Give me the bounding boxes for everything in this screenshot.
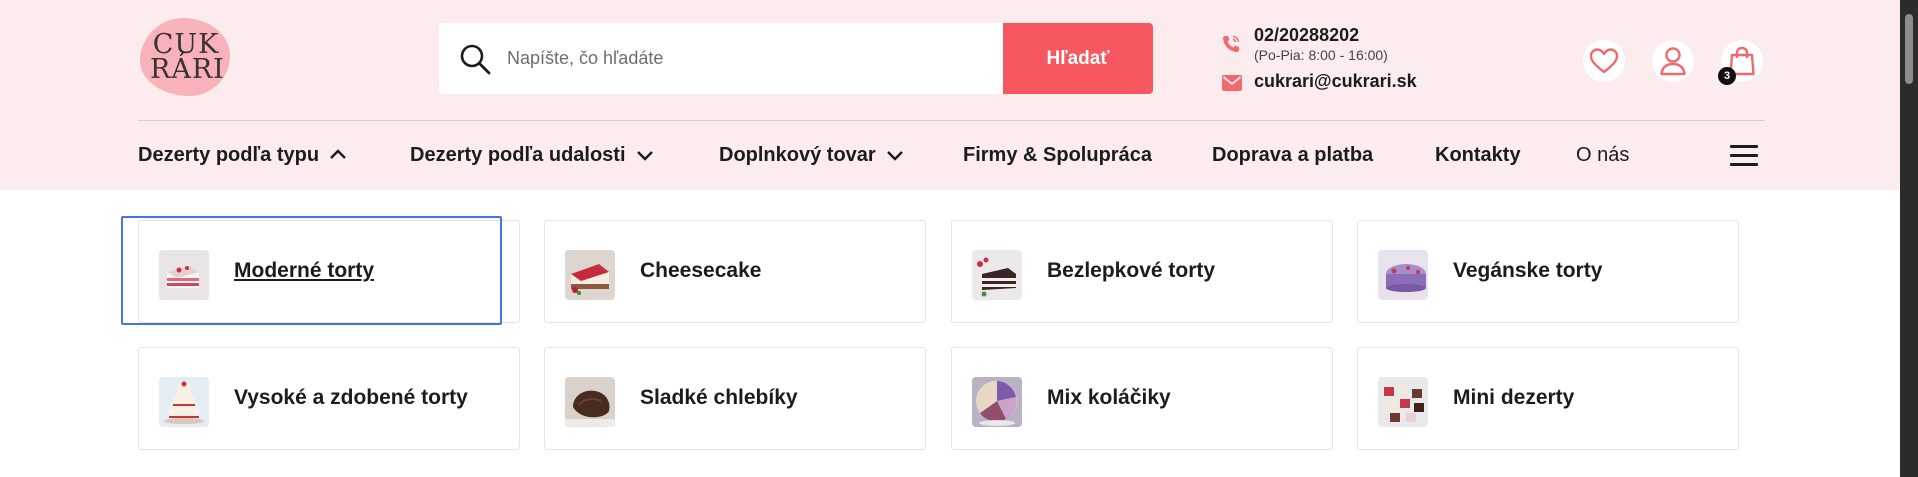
category-label: Cheesecake <box>640 259 762 282</box>
nav-item-firmy-spolupraca[interactable]: Firmy & Spolupráca <box>963 134 1152 176</box>
user-icon <box>1660 47 1686 76</box>
cheesecake-thumbnail <box>565 250 615 300</box>
category-card-moderne-torty[interactable]: Moderné torty <box>138 220 520 323</box>
moderne-torty-thumbnail <box>159 250 209 300</box>
account-button[interactable] <box>1652 40 1694 82</box>
nav-item-doprava-a-platba[interactable]: Doprava a platba <box>1212 134 1373 176</box>
search-input[interactable] <box>507 41 1007 75</box>
wishlist-button[interactable] <box>1583 40 1625 82</box>
nav-item-label: O nás <box>1576 143 1630 166</box>
nav-item-kontakty[interactable]: Kontakty <box>1435 134 1521 176</box>
phone-icon <box>1223 35 1240 52</box>
phone-hours: (Po-Pia: 8:00 - 16:00) <box>1254 47 1388 63</box>
nav-item-o-nas[interactable]: O nás <box>1576 134 1629 176</box>
chevron-down-icon <box>886 151 903 161</box>
category-card-vysoke-a-zdobene-torty[interactable]: Vysoké a zdobené torty <box>138 347 520 450</box>
phone-number[interactable]: 02/20288202 <box>1254 25 1359 46</box>
hamburger-menu-icon[interactable] <box>1730 145 1758 167</box>
scrollbar-thumb[interactable] <box>1905 14 1913 84</box>
chevron-down-icon <box>636 151 653 161</box>
chevron-up-icon <box>330 149 346 159</box>
category-label: Bezlepkové torty <box>1047 259 1216 282</box>
category-card-cheesecake[interactable]: Cheesecake <box>544 220 926 323</box>
category-card-veganske-torty[interactable]: Vegánske torty <box>1357 220 1739 323</box>
category-card-mini-dezerty[interactable]: Mini dezerty <box>1357 347 1739 450</box>
bezlepkove-torty-thumbnail <box>972 250 1022 300</box>
nav-item-label: Firmy & Spolupráca <box>963 143 1152 166</box>
nav-item-dezerty-podla-typu[interactable]: Dezerty podľa typu <box>138 134 349 176</box>
contact-info: 02/20288202 (Po-Pia: 8:00 - 16:00) cukra… <box>1220 23 1450 103</box>
site-header: CUK RÁRI Hľadať 02/20288202 (Po-Pia: 8:0… <box>0 0 1900 190</box>
vertical-scrollbar[interactable] <box>1900 0 1918 477</box>
category-label: Moderné torty <box>234 259 375 282</box>
logo-text: CUK RÁRI <box>150 29 225 85</box>
cart-count-badge: 3 <box>1718 67 1736 85</box>
category-label: Vegánske torty <box>1453 259 1603 282</box>
logo[interactable]: CUK RÁRI <box>140 18 230 96</box>
header-divider <box>138 120 1765 121</box>
nav-item-label: Dezerty podľa udalosti <box>410 143 626 166</box>
veganske-torty-thumbnail <box>1378 250 1428 300</box>
category-card-mix-kolaciky[interactable]: Mix koláčiky <box>951 347 1333 450</box>
category-label: Mix koláčiky <box>1047 386 1171 409</box>
nav-item-label: Doprava a platba <box>1212 143 1374 166</box>
mail-icon <box>1222 75 1242 91</box>
email-link[interactable]: cukrari@cukrari.sk <box>1254 71 1417 92</box>
heart-icon <box>1589 48 1619 74</box>
search-icon[interactable] <box>458 42 492 76</box>
category-label: Vysoké a zdobené torty <box>234 386 468 409</box>
nav-item-label: Dezerty podľa typu <box>138 143 320 166</box>
nav-item-dezerty-podla-udalosti[interactable]: Dezerty podľa udalosti <box>410 134 656 176</box>
category-card-sladke-chlebiky[interactable]: Sladké chlebíky <box>544 347 926 450</box>
category-label: Sladké chlebíky <box>640 386 798 409</box>
nav-item-label: Kontakty <box>1435 143 1521 166</box>
search-button[interactable]: Hľadať <box>1003 23 1153 94</box>
nav-item-label: Doplnkový tovar <box>719 143 876 166</box>
vysoke-a-zdobene-torty-thumbnail <box>159 377 209 427</box>
mix-kolaciky-thumbnail <box>972 377 1022 427</box>
category-card-bezlepkove-torty[interactable]: Bezlepkové torty <box>951 220 1333 323</box>
mini-dezerty-thumbnail <box>1378 377 1428 427</box>
nav-item-doplnkovy-tovar[interactable]: Doplnkový tovar <box>719 134 906 176</box>
sladke-chlebiky-thumbnail <box>565 377 615 427</box>
category-label: Mini dezerty <box>1453 386 1575 409</box>
search-bar: Hľadať <box>439 23 1153 94</box>
